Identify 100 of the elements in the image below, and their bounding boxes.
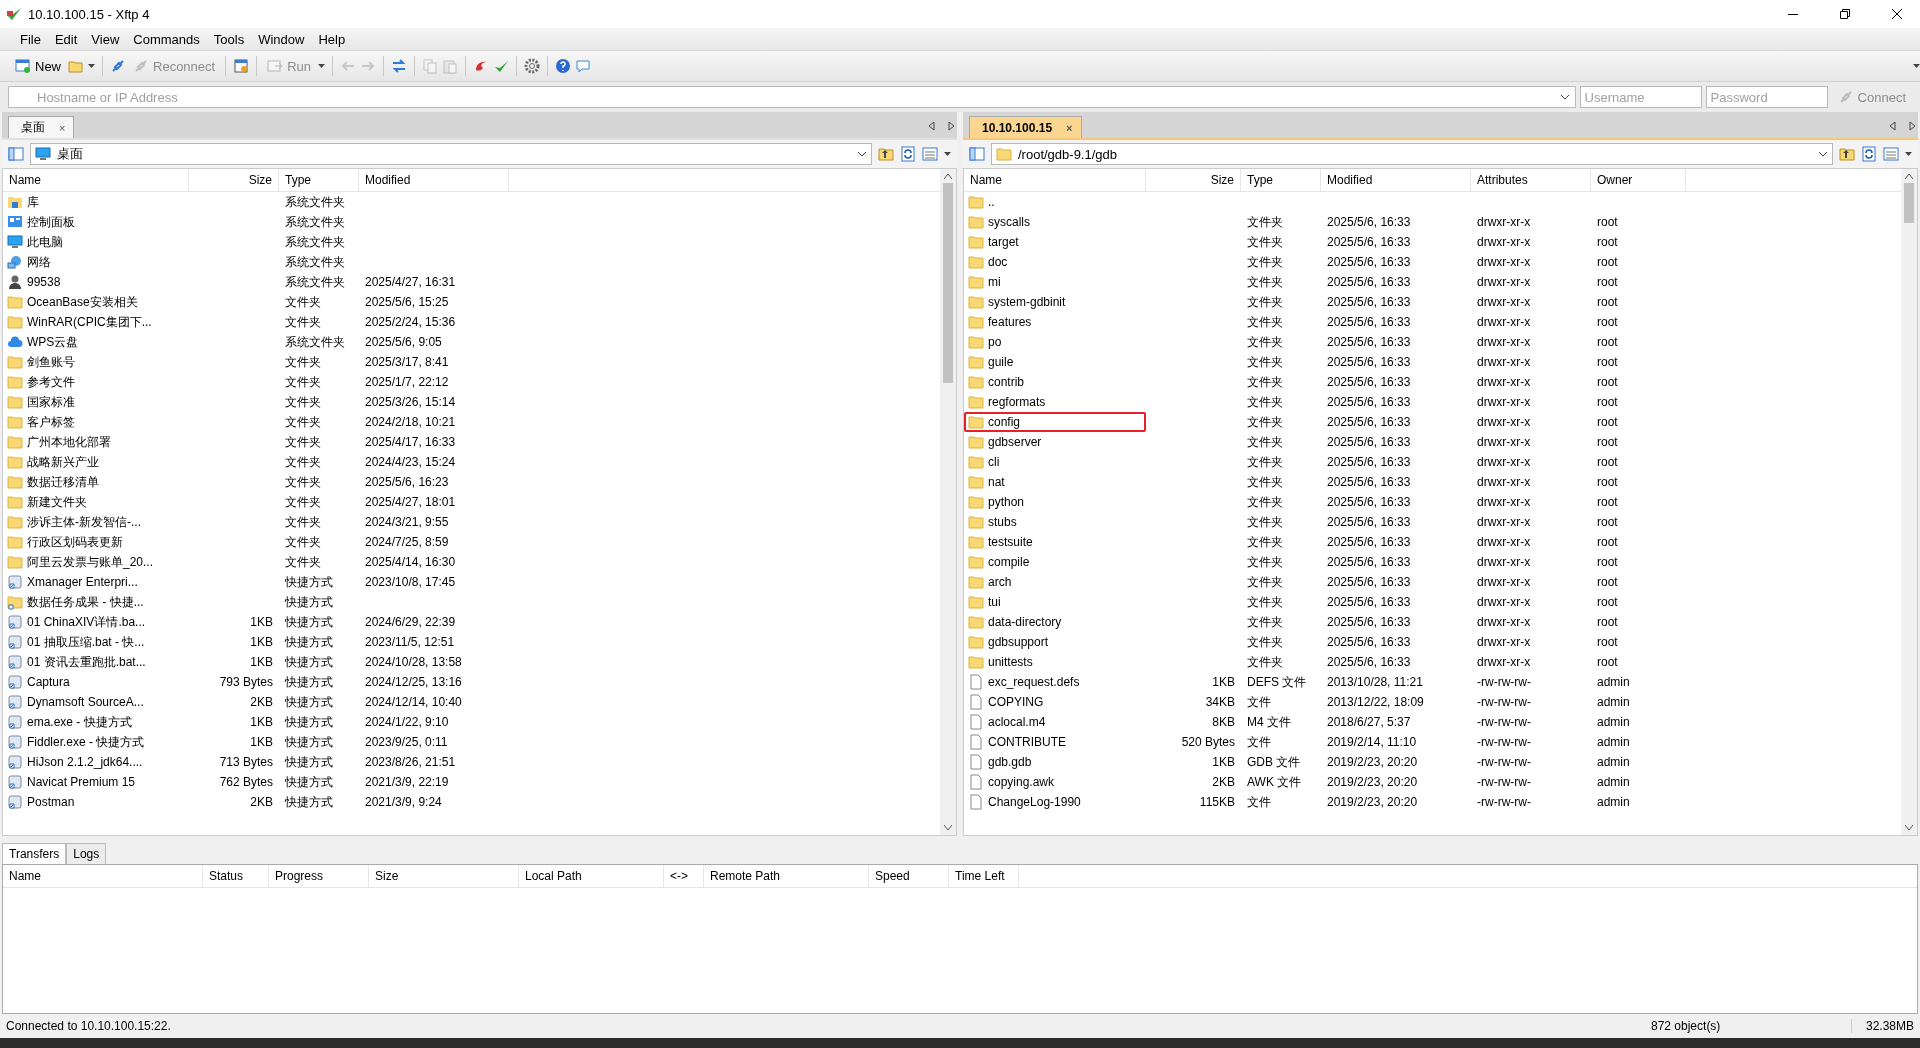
- pane-tab[interactable]: 10.10.100.15 ×: [969, 116, 1082, 138]
- file-name-cell[interactable]: guile: [964, 352, 1146, 372]
- scrollbar[interactable]: [940, 169, 956, 835]
- file-name-cell[interactable]: doc: [964, 252, 1146, 272]
- file-name-cell[interactable]: contrib: [964, 372, 1146, 392]
- file-name-cell[interactable]: system-gdbinit: [964, 292, 1146, 312]
- file-name-cell[interactable]: copying.awk: [964, 772, 1146, 792]
- host-field[interactable]: Hostname or IP Address: [8, 86, 1576, 108]
- file-name-cell[interactable]: gdb.gdb: [964, 752, 1146, 772]
- transfer-tab[interactable]: Transfers: [2, 843, 67, 864]
- scroll-thumb[interactable]: [1904, 183, 1914, 223]
- path-field[interactable]: 桌面: [30, 143, 872, 165]
- file-name-cell[interactable]: target: [964, 232, 1146, 252]
- chat-bubble-icon[interactable]: [575, 58, 592, 74]
- file-name-cell[interactable]: mi: [964, 272, 1146, 292]
- scroll-down-icon[interactable]: [1905, 825, 1913, 831]
- file-name-cell[interactable]: 国家标准: [3, 392, 189, 412]
- file-name-cell[interactable]: unittests: [964, 652, 1146, 672]
- file-name-cell[interactable]: nat: [964, 472, 1146, 492]
- menu-item[interactable]: File: [14, 29, 47, 49]
- file-name-cell[interactable]: 99538: [3, 272, 189, 292]
- column-header[interactable]: Name: [3, 169, 189, 191]
- menu-item[interactable]: Help: [312, 29, 352, 49]
- file-name-cell[interactable]: ChangeLog-1990: [964, 792, 1146, 812]
- file-name-cell[interactable]: Navicat Premium 15: [3, 772, 189, 792]
- file-name-cell[interactable]: ..: [964, 192, 1146, 212]
- column-header[interactable]: <->: [664, 865, 704, 887]
- file-name-cell[interactable]: po: [964, 332, 1146, 352]
- file-name-cell[interactable]: 战略新兴产业: [3, 452, 189, 472]
- file-name-cell[interactable]: 涉诉主体-新发智信-...: [3, 512, 189, 532]
- file-name-cell[interactable]: 库: [3, 192, 189, 212]
- file-name-cell[interactable]: Dynamsoft SourceA...: [3, 692, 189, 712]
- file-name-cell[interactable]: 数据迁移清单: [3, 472, 189, 492]
- column-header[interactable]: Remote Path: [704, 865, 869, 887]
- file-name-cell[interactable]: 客户标签: [3, 412, 189, 432]
- file-name-cell[interactable]: Postman: [3, 792, 189, 812]
- column-header[interactable]: Type: [1241, 169, 1321, 191]
- toolbar-button[interactable]: New: [12, 56, 64, 76]
- column-header[interactable]: Owner: [1591, 169, 1686, 191]
- file-name-cell[interactable]: 01 资讯去重跑批.bat...: [3, 652, 189, 672]
- menu-item[interactable]: Window: [252, 29, 311, 49]
- dropdown-caret-icon[interactable]: [1818, 151, 1828, 157]
- folder-up-icon[interactable]: [878, 146, 894, 162]
- caret-icon[interactable]: [1913, 64, 1920, 68]
- folder-up-icon[interactable]: [1839, 146, 1855, 162]
- file-name-cell[interactable]: aclocal.m4: [964, 712, 1146, 732]
- file-name-cell[interactable]: data-directory: [964, 612, 1146, 632]
- file-name-cell[interactable]: OceanBase安装相关: [3, 292, 189, 312]
- caret-icon[interactable]: [944, 152, 951, 156]
- menu-item[interactable]: Commands: [127, 29, 206, 49]
- column-header[interactable]: Progress: [269, 865, 369, 887]
- file-name-cell[interactable]: exc_request.defs: [964, 672, 1146, 692]
- file-name-cell[interactable]: arch: [964, 572, 1146, 592]
- refresh-icon[interactable]: [1861, 146, 1877, 162]
- panel-toggle-icon[interactable]: [969, 146, 985, 162]
- tab-close-button[interactable]: ×: [1066, 121, 1073, 134]
- file-name-cell[interactable]: tui: [964, 592, 1146, 612]
- file-name-cell[interactable]: syscalls: [964, 212, 1146, 232]
- column-header[interactable]: Speed: [869, 865, 949, 887]
- password-field[interactable]: Password: [1705, 86, 1828, 108]
- scroll-up-icon[interactable]: [944, 173, 952, 179]
- file-name-cell[interactable]: stubs: [964, 512, 1146, 532]
- panel-toggle-icon[interactable]: [8, 146, 24, 162]
- scrollbar[interactable]: [1901, 169, 1917, 835]
- file-name-cell[interactable]: Xmanager Enterpri...: [3, 572, 189, 592]
- file-name-cell[interactable]: 广州本地化部署: [3, 432, 189, 452]
- file-name-cell[interactable]: 控制面板: [3, 212, 189, 232]
- file-name-cell[interactable]: 剑鱼账号: [3, 352, 189, 372]
- file-name-cell[interactable]: 阿里云发票与账单_20...: [3, 552, 189, 572]
- file-name-cell[interactable]: COPYING: [964, 692, 1146, 712]
- file-name-cell[interactable]: config: [964, 412, 1146, 432]
- column-header[interactable]: Modified: [359, 169, 509, 191]
- menu-item[interactable]: View: [85, 29, 126, 49]
- menu-item[interactable]: Edit: [48, 29, 84, 49]
- tab-scroll-arrows-icon[interactable]: [927, 120, 957, 132]
- file-name-cell[interactable]: 网络: [3, 252, 189, 272]
- file-name-cell[interactable]: WPS云盘: [3, 332, 189, 352]
- column-header[interactable]: Type: [279, 169, 359, 191]
- column-header[interactable]: Name: [964, 169, 1146, 191]
- column-header[interactable]: Size: [369, 865, 519, 887]
- dropdown-caret-icon[interactable]: [1559, 94, 1570, 100]
- file-name-cell[interactable]: ema.exe - 快捷方式: [3, 712, 189, 732]
- column-header[interactable]: Size: [1146, 169, 1241, 191]
- scroll-up-icon[interactable]: [1905, 173, 1913, 179]
- file-name-cell[interactable]: 行政区划码表更新: [3, 532, 189, 552]
- caret-icon[interactable]: [318, 64, 326, 68]
- scroll-down-icon[interactable]: [944, 825, 952, 831]
- help-icon[interactable]: [555, 58, 572, 74]
- caret-icon[interactable]: [1905, 152, 1912, 156]
- file-name-cell[interactable]: Fiddler.exe - 快捷方式: [3, 732, 189, 752]
- tab-scroll-arrows-icon[interactable]: [1888, 120, 1918, 132]
- link-icon[interactable]: [110, 58, 126, 74]
- properties-icon[interactable]: [233, 58, 250, 74]
- column-header[interactable]: Time Left: [949, 865, 1019, 887]
- file-name-cell[interactable]: regformats: [964, 392, 1146, 412]
- file-name-cell[interactable]: gdbserver: [964, 432, 1146, 452]
- column-header[interactable]: Size: [189, 169, 279, 191]
- file-name-cell[interactable]: WinRAR(CPIC集团下...: [3, 312, 189, 332]
- scroll-thumb[interactable]: [943, 183, 953, 383]
- file-name-cell[interactable]: gdbsupport: [964, 632, 1146, 652]
